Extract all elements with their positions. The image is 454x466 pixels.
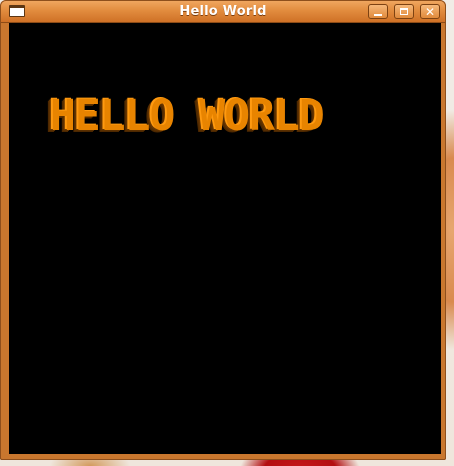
render-canvas: HELLO WORLD [9, 23, 441, 454]
maximize-button[interactable] [394, 4, 414, 19]
app-window: Hello World ✕ HELLO WORLD [0, 0, 446, 460]
close-icon: ✕ [424, 4, 436, 19]
minimize-icon [374, 13, 382, 16]
maximize-icon [400, 8, 408, 15]
close-button[interactable]: ✕ [420, 4, 440, 19]
minimize-button[interactable] [368, 4, 388, 19]
title-bar[interactable]: Hello World ✕ [1, 1, 445, 23]
hello-world-text: HELLO WORLD [50, 91, 325, 141]
